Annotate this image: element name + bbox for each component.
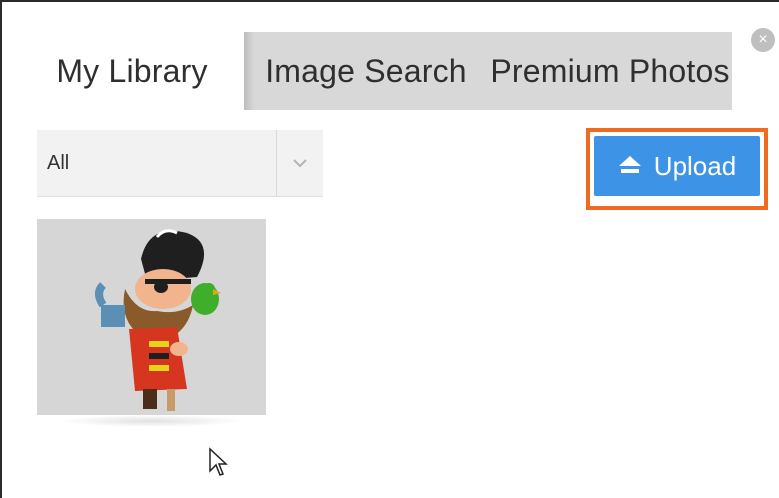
tab-image-search-label: Image Search [265, 52, 467, 89]
tab-premium-photos[interactable]: Premium Photos [488, 32, 732, 110]
filter-selected-value: All [47, 151, 70, 174]
tab-my-library-label: My Library [56, 52, 208, 89]
tab-premium-photos-label: Premium Photos [490, 52, 730, 89]
upload-arrow-icon [618, 151, 642, 182]
pirate-illustration [95, 229, 221, 411]
close-button[interactable]: × [751, 28, 775, 52]
thumbnail-shadow [60, 415, 243, 427]
tab-image-search[interactable]: Image Search [244, 32, 488, 110]
filter-dropdown[interactable]: All [37, 130, 323, 197]
close-icon: × [758, 31, 768, 48]
mouse-pointer-icon [208, 447, 228, 479]
chevron-down-icon[interactable] [277, 130, 323, 196]
upload-button[interactable]: Upload [594, 136, 760, 196]
library-image-thumbnail[interactable] [37, 219, 266, 415]
tab-my-library[interactable]: My Library [20, 32, 244, 110]
upload-label: Upload [653, 150, 737, 181]
